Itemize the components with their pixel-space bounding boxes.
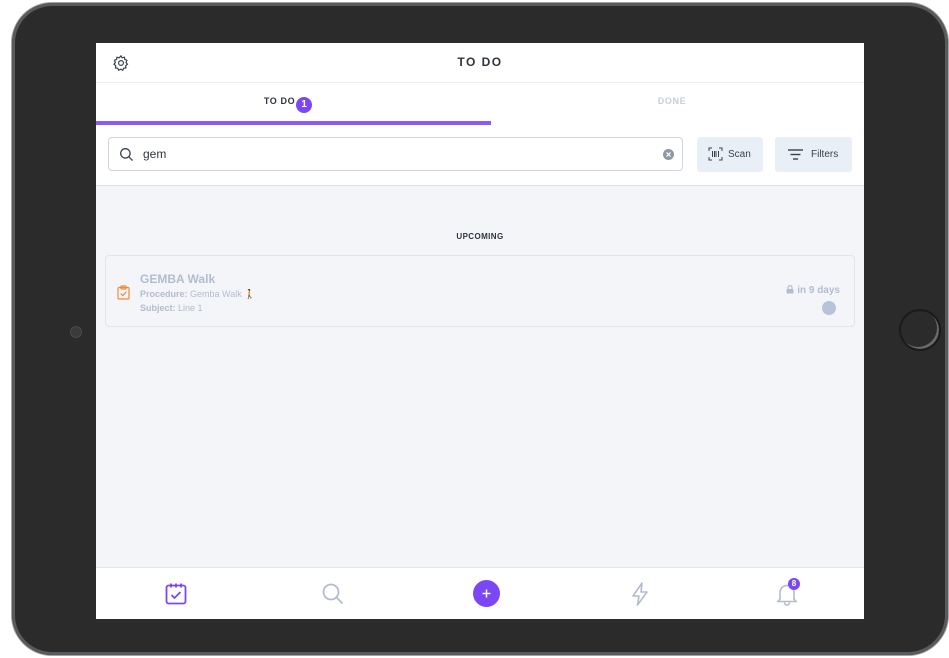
filter-icon <box>788 149 803 160</box>
page-title: TO DO <box>457 55 503 69</box>
tab-todo[interactable]: TO DO 1 <box>96 83 480 125</box>
search-icon[interactable] <box>320 581 346 607</box>
task-subject: Subject: Line 1 <box>140 303 203 313</box>
task-due: in 9 days <box>786 285 840 296</box>
plus-icon <box>482 589 491 598</box>
camera <box>70 326 82 338</box>
lock-icon <box>786 285 794 294</box>
due-text: in 9 days <box>797 285 840 296</box>
walking-person-icon: 🚶 <box>244 289 256 299</box>
clipboard-check-icon <box>117 285 130 300</box>
tab-todo-label: TO DO <box>263 96 296 106</box>
clear-search-icon[interactable] <box>663 149 674 160</box>
todo-count-badge: 1 <box>296 97 313 113</box>
tab-bar: TO DO 1 DONE <box>96 83 864 125</box>
notification-count-badge: 8 <box>788 578 800 590</box>
procedure-label: Procedure: <box>140 289 188 299</box>
scan-button[interactable]: Scan <box>697 137 763 172</box>
search-box[interactable] <box>108 137 683 171</box>
tab-done[interactable]: DONE <box>480 83 864 125</box>
home-button[interactable] <box>899 309 941 351</box>
task-card[interactable]: GEMBA Walk Procedure: Gemba Walk 🚶 Subje… <box>105 255 855 327</box>
task-procedure: Procedure: Gemba Walk 🚶 <box>140 289 255 300</box>
subject-value: Line 1 <box>178 303 203 313</box>
scan-label: Scan <box>728 149 751 160</box>
barcode-scan-icon <box>708 147 723 161</box>
filters-button[interactable]: Filters <box>775 137 852 172</box>
procedure-value: Gemba Walk <box>190 289 242 299</box>
section-title-upcoming: UPCOMING <box>456 232 504 241</box>
lightning-icon[interactable] <box>627 581 653 607</box>
task-title: GEMBA Walk <box>140 272 216 286</box>
search-icon <box>120 148 134 162</box>
top-bar: TO DO <box>96 43 864 83</box>
search-toolbar: Scan Filters <box>96 125 864 186</box>
search-input[interactable] <box>143 145 643 163</box>
subject-label: Subject: <box>140 303 176 313</box>
notifications-button[interactable]: 8 <box>774 578 800 607</box>
tab-done-label: DONE <box>657 96 687 106</box>
app-screen: TO DO TO DO1 DONE Scan <box>96 43 864 619</box>
bottom-nav: 8 <box>96 567 864 619</box>
add-button[interactable] <box>473 580 500 607</box>
filters-label: Filters <box>811 149 839 160</box>
calendar-check-icon[interactable] <box>163 581 189 607</box>
assignee-avatar <box>822 301 836 315</box>
